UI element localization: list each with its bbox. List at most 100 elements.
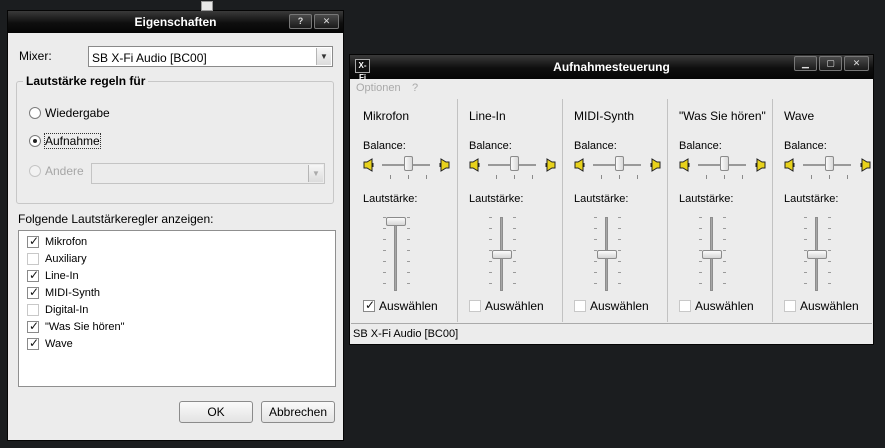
speaker-left-icon bbox=[469, 158, 481, 172]
select-checkbox[interactable] bbox=[469, 300, 481, 312]
list-item-label: Line-In bbox=[45, 270, 79, 282]
properties-titlebar[interactable]: Eigenschaften ? ✕ bbox=[8, 11, 343, 33]
chevron-down-icon[interactable]: ▼ bbox=[316, 48, 331, 65]
recording-titlebar[interactable]: X-Fi Aufnahmesteuerung ▁ ▢ ✕ bbox=[350, 55, 873, 82]
close-button[interactable]: ✕ bbox=[844, 56, 869, 71]
speaker-right-icon bbox=[544, 158, 556, 172]
channel-name: "Was Sie hören" bbox=[679, 109, 766, 123]
balance-slider-thumb[interactable] bbox=[720, 156, 729, 171]
radio-playback[interactable]: Wiedergabe bbox=[29, 106, 110, 120]
properties-dialog: Eigenschaften ? ✕ Mixer: SB X-Fi Audio [… bbox=[7, 1, 344, 441]
list-item[interactable]: Mikrofon bbox=[27, 234, 88, 248]
volume-slider-thumb[interactable] bbox=[492, 250, 512, 259]
close-button[interactable]: ✕ bbox=[314, 14, 339, 29]
select-checkbox[interactable] bbox=[363, 298, 375, 312]
balance-slider-thumb[interactable] bbox=[615, 156, 624, 171]
menu-options[interactable]: Optionen bbox=[356, 82, 401, 94]
list-item[interactable]: "Was Sie hören" bbox=[27, 319, 125, 333]
channel-strip: "Was Sie hören" Balance: Lautstärke: Auswäh… bbox=[667, 99, 772, 322]
volume-slider-thumb[interactable] bbox=[702, 250, 722, 259]
list-item[interactable]: MIDI-Synth bbox=[27, 285, 101, 299]
properties-title: Eigenschaften bbox=[134, 15, 217, 29]
speaker-right-icon bbox=[649, 158, 661, 172]
volume-label: Lautstärke: bbox=[679, 193, 734, 205]
select-checkbox-row[interactable]: Auswählen bbox=[363, 298, 438, 313]
volume-slider-thumb[interactable] bbox=[807, 250, 827, 259]
select-checkbox-row[interactable]: Auswählen bbox=[469, 299, 544, 313]
balance-label: Balance: bbox=[469, 140, 512, 152]
list-item[interactable]: Auxiliary bbox=[27, 253, 87, 265]
other-device-select: ▼ bbox=[91, 163, 325, 184]
select-checkbox-row[interactable]: Auswählen bbox=[574, 299, 649, 313]
ok-button[interactable]: OK bbox=[179, 401, 253, 423]
speaker-left-icon bbox=[784, 158, 796, 172]
maximize-button[interactable]: ▢ bbox=[819, 56, 842, 71]
list-item-label: Wave bbox=[45, 338, 73, 350]
checkbox[interactable] bbox=[27, 253, 39, 265]
chevron-down-icon: ▼ bbox=[308, 165, 323, 182]
controls-list-label: Folgende Lautstärkeregler anzeigen: bbox=[18, 212, 214, 226]
recording-control-window: X-Fi Aufnahmesteuerung ▁ ▢ ✕ Optionen ? … bbox=[349, 54, 874, 345]
balance-label: Balance: bbox=[574, 140, 617, 152]
list-item-label: Auxiliary bbox=[45, 253, 87, 265]
select-checkbox[interactable] bbox=[784, 300, 796, 312]
radio-other-label: Andere bbox=[45, 164, 84, 178]
list-item-label: Mikrofon bbox=[45, 236, 88, 248]
volume-label: Lautstärke: bbox=[784, 193, 839, 205]
checkbox[interactable] bbox=[27, 285, 39, 299]
select-label: Auswählen bbox=[485, 299, 544, 313]
speaker-left-icon bbox=[574, 158, 586, 172]
volume-track[interactable] bbox=[394, 217, 397, 291]
checkbox[interactable] bbox=[27, 336, 39, 350]
select-checkbox[interactable] bbox=[679, 300, 691, 312]
minimize-button[interactable]: ▁ bbox=[794, 56, 817, 71]
speaker-right-icon bbox=[754, 158, 766, 172]
volume-slider-thumb[interactable] bbox=[597, 250, 617, 259]
channel-name: Mikrofon bbox=[363, 109, 410, 123]
balance-slider-thumb[interactable] bbox=[825, 156, 834, 171]
list-item[interactable]: Line-In bbox=[27, 268, 79, 282]
channel-strip: Mikrofon Balance: Lautstärke: Auswählen bbox=[352, 99, 457, 322]
volume-label: Lautstärke: bbox=[574, 193, 629, 205]
checkbox[interactable] bbox=[27, 268, 39, 282]
select-checkbox-row[interactable]: Auswählen bbox=[679, 299, 754, 313]
select-checkbox[interactable] bbox=[574, 300, 586, 312]
checkbox[interactable] bbox=[27, 319, 39, 333]
app-icon[interactable]: X-Fi bbox=[355, 59, 370, 82]
select-checkbox-row[interactable]: Auswählen bbox=[784, 299, 859, 313]
speaker-left-icon bbox=[363, 158, 375, 172]
radio-playback-label: Wiedergabe bbox=[45, 106, 110, 120]
volume-mode-group-title: Lautstärke regeln für bbox=[23, 74, 149, 88]
menu-help[interactable]: ? bbox=[412, 82, 418, 94]
list-item[interactable]: Wave bbox=[27, 336, 73, 350]
menubar: Optionen ? bbox=[350, 80, 873, 98]
cancel-button[interactable]: Abbrechen bbox=[261, 401, 335, 423]
list-item-label: "Was Sie hören" bbox=[45, 321, 125, 333]
list-item[interactable]: Digital-In bbox=[27, 304, 88, 316]
checkbox[interactable] bbox=[27, 234, 39, 248]
balance-label: Balance: bbox=[363, 140, 406, 152]
checkbox[interactable] bbox=[27, 304, 39, 316]
radio-playback-circle[interactable] bbox=[29, 107, 41, 119]
balance-slider-thumb[interactable] bbox=[510, 156, 519, 171]
status-text: SB X-Fi Audio [BC00] bbox=[353, 328, 459, 340]
help-button[interactable]: ? bbox=[289, 14, 312, 29]
select-label: Auswählen bbox=[379, 299, 438, 313]
balance-slider-thumb[interactable] bbox=[404, 156, 413, 171]
document-icon bbox=[201, 1, 213, 11]
status-bar: SB X-Fi Audio [BC00] bbox=[351, 323, 872, 344]
list-item-label: MIDI-Synth bbox=[45, 287, 101, 299]
radio-other: Andere bbox=[29, 164, 84, 178]
mixer-label: Mixer: bbox=[19, 49, 52, 63]
volume-slider-thumb[interactable] bbox=[386, 217, 406, 226]
radio-record-circle[interactable] bbox=[29, 135, 41, 147]
radio-other-circle bbox=[29, 165, 41, 177]
volume-label: Lautstärke: bbox=[363, 193, 418, 205]
controls-listbox[interactable]: Mikrofon Auxiliary Line-In MIDI-Synth Di… bbox=[18, 230, 336, 387]
radio-record-label: Aufnahme bbox=[44, 133, 101, 149]
balance-label: Balance: bbox=[679, 140, 722, 152]
mixer-select[interactable]: SB X-Fi Audio [BC00] ▼ bbox=[88, 46, 333, 67]
radio-record[interactable]: Aufnahme bbox=[29, 133, 101, 149]
balance-label: Balance: bbox=[784, 140, 827, 152]
select-label: Auswählen bbox=[695, 299, 754, 313]
